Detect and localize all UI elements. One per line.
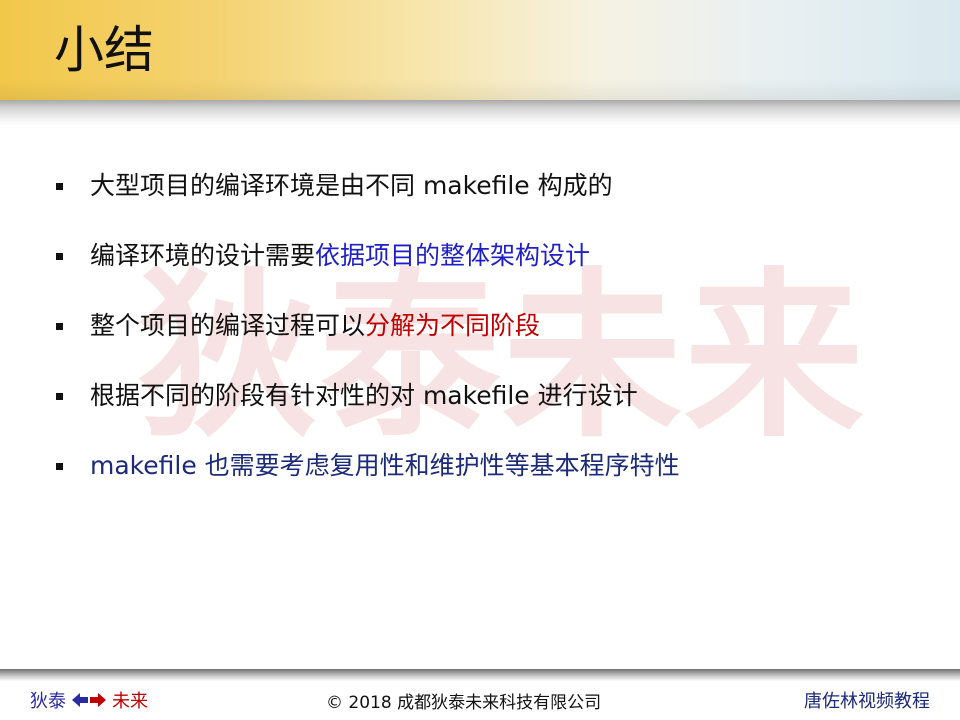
bullet-marker bbox=[56, 462, 63, 470]
footer-copyright: © 2018 成都狄泰未来科技有限公司 bbox=[326, 692, 602, 713]
footer-divider bbox=[0, 669, 960, 681]
bullet-list: 大型项目的编译环境是由不同 makefile 构成的 编译环境的设计需要依据项目… bbox=[0, 0, 960, 720]
bullet-5-part-1: makefile 也需要考虑复用性和维护性等基本程序特性 bbox=[90, 451, 680, 480]
bullet-text-5: makefile 也需要考虑复用性和维护性等基本程序特性 bbox=[90, 446, 680, 486]
bullet-item-1: 大型项目的编译环境是由不同 makefile 构成的 bbox=[56, 166, 613, 206]
bullet-2-highlight: 依据项目的整体架构设计 bbox=[315, 241, 591, 270]
brand-right-text: 未来 bbox=[112, 691, 148, 712]
footer-brand: 狄泰 未来 bbox=[30, 686, 148, 714]
brand-left-text: 狄泰 bbox=[30, 691, 66, 712]
bullet-marker bbox=[56, 182, 63, 190]
footer-course-name: 唐佐林视频教程 bbox=[804, 691, 930, 712]
bullet-item-5: makefile 也需要考虑复用性和维护性等基本程序特性 bbox=[56, 446, 680, 486]
bullet-item-4: 根据不同的阶段有针对性的对 makefile 进行设计 bbox=[56, 376, 638, 416]
bullet-marker bbox=[56, 252, 63, 260]
bullet-item-2: 编译环境的设计需要依据项目的整体架构设计 bbox=[56, 236, 590, 276]
bullet-marker bbox=[56, 392, 63, 400]
bullet-text-3: 整个项目的编译过程可以分解为不同阶段 bbox=[90, 306, 540, 346]
bullet-item-3: 整个项目的编译过程可以分解为不同阶段 bbox=[56, 306, 540, 346]
bullet-3-part-1: 整个项目的编译过程可以 bbox=[90, 311, 366, 340]
bullet-text-1: 大型项目的编译环境是由不同 makefile 构成的 bbox=[90, 166, 613, 206]
bullet-2-part-1: 编译环境的设计需要 bbox=[90, 241, 316, 270]
bullet-marker bbox=[56, 322, 63, 330]
bullet-4-part-1: 根据不同的阶段有针对性的对 makefile 进行设计 bbox=[90, 381, 638, 410]
double-arrow-icon bbox=[72, 693, 106, 707]
bullet-text-2: 编译环境的设计需要依据项目的整体架构设计 bbox=[90, 236, 590, 276]
bullet-1-part-1: 大型项目的编译环境是由不同 makefile 构成的 bbox=[90, 171, 613, 200]
bullet-text-4: 根据不同的阶段有针对性的对 makefile 进行设计 bbox=[90, 376, 638, 416]
bullet-3-highlight: 分解为不同阶段 bbox=[365, 311, 541, 340]
